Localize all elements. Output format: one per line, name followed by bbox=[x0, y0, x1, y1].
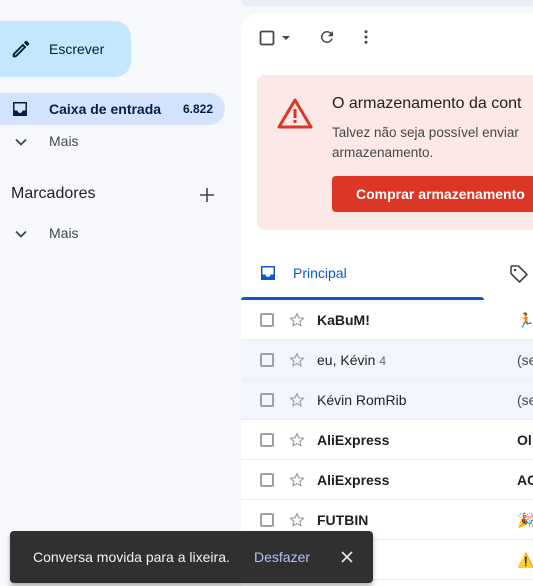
email-sender: AliExpress bbox=[317, 432, 390, 448]
email-sender: KaBuM! bbox=[317, 312, 370, 328]
pencil-icon bbox=[12, 40, 30, 58]
star-icon[interactable] bbox=[288, 431, 306, 449]
email-row[interactable]: KaBuM! 🏃 bbox=[241, 300, 533, 340]
row-checkbox[interactable] bbox=[260, 313, 274, 327]
star-icon[interactable] bbox=[288, 391, 306, 409]
sidebar-item-more[interactable]: Mais bbox=[0, 127, 225, 155]
email-row[interactable]: Kévin RomRib (se bbox=[241, 380, 533, 420]
star-icon[interactable] bbox=[288, 511, 306, 529]
star-icon[interactable] bbox=[288, 311, 306, 329]
tab-principal[interactable]: Principal bbox=[241, 250, 484, 300]
caret-down-icon[interactable] bbox=[281, 33, 291, 43]
row-checkbox[interactable] bbox=[260, 473, 274, 487]
email-sender: AliExpress bbox=[317, 472, 390, 488]
add-label-icon[interactable] bbox=[197, 185, 217, 205]
buy-storage-button[interactable]: Comprar armazenamento bbox=[332, 176, 533, 212]
email-preview: (se bbox=[517, 392, 533, 408]
email-sender: eu, Kévin 4 bbox=[317, 352, 387, 368]
row-checkbox[interactable] bbox=[260, 393, 274, 407]
email-preview: (se bbox=[517, 352, 533, 368]
email-row[interactable]: AliExpress Ol bbox=[241, 420, 533, 460]
chevron-down-icon bbox=[15, 138, 27, 146]
category-tabs: Principal bbox=[241, 250, 533, 300]
unread-count: 6.822 bbox=[182, 102, 213, 116]
star-icon[interactable] bbox=[288, 471, 306, 489]
tab-label: Principal bbox=[293, 265, 347, 281]
select-all-checkbox[interactable] bbox=[259, 30, 275, 46]
email-preview: AC bbox=[517, 472, 533, 488]
sidebar-item-inbox[interactable]: Caixa de entrada 6.822 bbox=[0, 93, 225, 125]
row-checkbox[interactable] bbox=[260, 353, 274, 367]
row-checkbox[interactable] bbox=[260, 513, 274, 527]
labels-more[interactable]: Mais bbox=[0, 219, 225, 247]
email-row[interactable]: AliExpress AC bbox=[241, 460, 533, 500]
message-list-panel: O armazenamento da cont Talvez não seja … bbox=[241, 14, 533, 586]
warning-icon bbox=[277, 98, 313, 129]
top-strip bbox=[241, 0, 533, 6]
snackbar-message: Conversa movida para a lixeira. bbox=[33, 549, 230, 565]
more-vert-icon[interactable] bbox=[357, 28, 375, 46]
thread-count: 4 bbox=[379, 354, 387, 368]
email-row[interactable]: eu, Kévin 4 (se bbox=[241, 340, 533, 380]
banner-message: Talvez não seja possível enviar armazena… bbox=[332, 125, 519, 160]
storage-warning-banner: O armazenamento da cont Talvez não seja … bbox=[257, 75, 533, 230]
sidebar: Escrever Caixa de entrada 6.822 Mais Mar… bbox=[0, 0, 241, 586]
star-icon[interactable] bbox=[288, 351, 306, 369]
email-preview: ⚠️ bbox=[517, 552, 533, 568]
labels-heading: Marcadores bbox=[11, 185, 96, 202]
sidebar-item-label: Mais bbox=[49, 133, 79, 149]
close-icon[interactable] bbox=[339, 549, 355, 565]
email-sender: Kévin RomRib bbox=[317, 392, 407, 408]
email-preview: 🎉 bbox=[517, 512, 533, 528]
sidebar-item-label: Caixa de entrada bbox=[49, 101, 162, 117]
chevron-down-icon bbox=[15, 230, 27, 238]
email-sender: FUTBIN bbox=[317, 512, 369, 528]
undo-button[interactable]: Desfazer bbox=[254, 549, 310, 565]
inbox-icon bbox=[13, 102, 27, 116]
labels-more-label: Mais bbox=[49, 225, 79, 241]
compose-label: Escrever bbox=[49, 41, 105, 57]
snackbar: Conversa movida para a lixeira. Desfazer bbox=[10, 531, 373, 583]
email-preview: Ol bbox=[517, 432, 532, 448]
inbox-icon bbox=[261, 266, 275, 280]
banner-title: O armazenamento da cont bbox=[332, 95, 522, 112]
row-checkbox[interactable] bbox=[260, 433, 274, 447]
compose-button[interactable]: Escrever bbox=[0, 21, 131, 77]
tag-icon[interactable] bbox=[509, 264, 529, 284]
email-preview: 🏃 bbox=[517, 312, 533, 328]
refresh-icon[interactable] bbox=[318, 28, 336, 46]
